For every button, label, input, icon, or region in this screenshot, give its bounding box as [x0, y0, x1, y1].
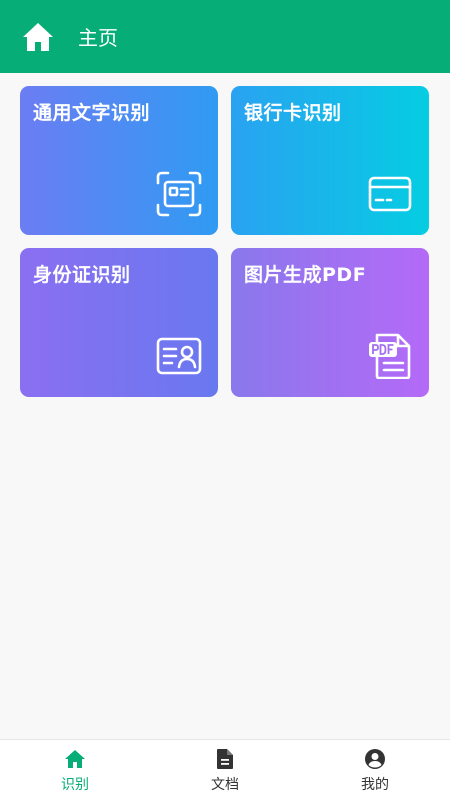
home-icon	[65, 750, 85, 768]
general-ocr-card[interactable]: 通用文字识别	[20, 86, 218, 235]
home-button[interactable]	[20, 20, 56, 54]
card-label: 图片生成PDF	[244, 264, 367, 286]
nav-tab-recognize[interactable]: 识别	[0, 740, 150, 800]
document-icon	[217, 749, 233, 769]
bank-card-ocr-card[interactable]: 银行卡识别	[231, 86, 429, 235]
credit-card-icon	[367, 171, 413, 217]
user-circle-icon	[365, 749, 385, 769]
pdf-file-icon	[367, 333, 413, 379]
image-to-pdf-card[interactable]: 图片生成PDF	[231, 248, 429, 397]
nav-tab-label: 识别	[61, 777, 89, 793]
bottom-navigation: 识别 文档 我的	[0, 739, 450, 800]
nav-tab-documents[interactable]: 文档	[150, 740, 300, 800]
card-label: 身份证识别	[33, 264, 131, 286]
id-card-icon	[156, 333, 202, 379]
scan-document-icon	[156, 171, 202, 217]
card-label: 银行卡识别	[244, 102, 342, 124]
nav-tab-label: 我的	[361, 777, 389, 793]
card-label: 通用文字识别	[33, 102, 151, 124]
page-title: 主页	[78, 26, 118, 50]
nav-tab-label: 文档	[211, 777, 239, 793]
app-bar: 主页	[0, 0, 450, 73]
home-icon	[23, 23, 53, 51]
nav-tab-mine[interactable]: 我的	[300, 740, 450, 800]
id-card-ocr-card[interactable]: 身份证识别	[20, 248, 218, 397]
